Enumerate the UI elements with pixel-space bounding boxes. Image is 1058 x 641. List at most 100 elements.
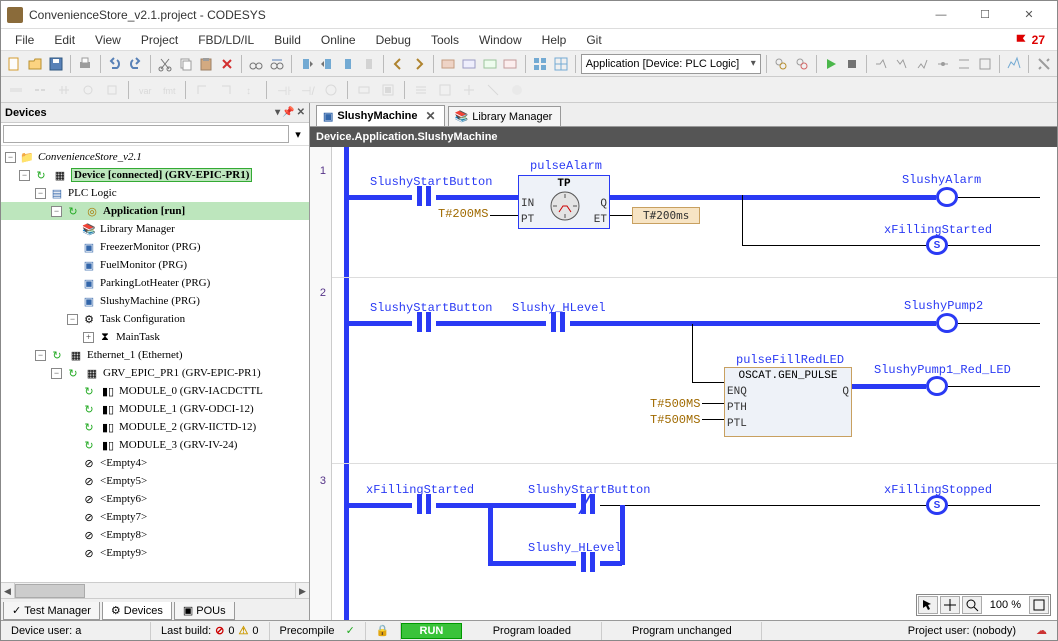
print-button[interactable]	[76, 53, 95, 75]
contact-nc[interactable]	[576, 494, 600, 514]
ld-tool-5[interactable]	[101, 79, 123, 101]
ld-tool-20[interactable]	[506, 79, 528, 101]
ld-tool-7[interactable]: fmt	[158, 79, 180, 101]
menu-git[interactable]: Git	[576, 31, 611, 49]
editor-tab-library[interactable]: 📚 Library Manager	[448, 106, 562, 126]
catalog-1-button[interactable]	[439, 53, 458, 75]
tree-prg-parking[interactable]: ▣ParkingLotHeater (PRG)	[1, 274, 309, 292]
fb-tp[interactable]: TP IN PT Q ET	[518, 175, 610, 229]
step-2-button[interactable]	[893, 53, 912, 75]
new-button[interactable]	[5, 53, 24, 75]
menu-file[interactable]: File	[5, 31, 44, 49]
ladder-editor[interactable]: 1 2 3 SlushyStartButton TP IN PT Q	[310, 147, 1057, 620]
devices-tree[interactable]: −📁ConvenienceStore_v2.1 −↻▦Device [conne…	[1, 146, 309, 582]
ld-tool-18[interactable]	[458, 79, 480, 101]
tree-module-3[interactable]: ↻▮▯MODULE_3 (GRV-IV-24)	[1, 436, 309, 454]
stop-button[interactable]	[842, 53, 861, 75]
contact-no[interactable]	[546, 312, 570, 332]
scroll-left-button[interactable]: ◀	[1, 583, 15, 599]
tab-pous[interactable]: ▣POUs	[174, 602, 235, 620]
ld-tool-9[interactable]	[215, 79, 237, 101]
panel-autohide-button[interactable]: ▾	[275, 107, 280, 118]
menu-tools[interactable]: Tools	[421, 31, 469, 49]
menu-window[interactable]: Window	[469, 31, 532, 49]
contact-no[interactable]	[412, 494, 436, 514]
find-replace-button[interactable]	[268, 53, 287, 75]
tree-ethernet[interactable]: −↻▦Ethernet_1 (Ethernet)	[1, 346, 309, 364]
minimize-button[interactable]: —	[919, 2, 963, 28]
open-button[interactable]	[26, 53, 45, 75]
save-button[interactable]	[46, 53, 65, 75]
pan-tool-button[interactable]	[940, 596, 960, 614]
ld-tool-13[interactable]	[320, 79, 342, 101]
menu-online[interactable]: Online	[311, 31, 366, 49]
ld-tool-8[interactable]	[191, 79, 213, 101]
ld-tool-16[interactable]	[410, 79, 432, 101]
menu-project[interactable]: Project	[131, 31, 188, 49]
menu-debug[interactable]: Debug	[366, 31, 421, 49]
scroll-right-button[interactable]: ▶	[295, 583, 309, 599]
contact-no[interactable]	[412, 186, 436, 206]
tree-module-1[interactable]: ↻▮▯MODULE_1 (GRV-ODCI-12)	[1, 400, 309, 418]
ld-tool-15[interactable]	[377, 79, 399, 101]
catalog-2-button[interactable]	[460, 53, 479, 75]
active-application-combo[interactable]: Application [Device: PLC Logic]	[581, 54, 761, 74]
messages-flag[interactable]: 27	[1015, 33, 1045, 47]
start-button[interactable]	[822, 53, 841, 75]
ld-tool-19[interactable]	[482, 79, 504, 101]
tree-prg-freezer[interactable]: ▣FreezerMonitor (PRG)	[1, 238, 309, 256]
zoom-tool-button[interactable]	[962, 596, 982, 614]
tree-module-0[interactable]: ↻▮▯MODULE_0 (GRV-IACDCTTL	[1, 382, 309, 400]
step-5-button[interactable]	[955, 53, 974, 75]
ld-tool-1[interactable]	[5, 79, 27, 101]
tab-test-manager[interactable]: ✓Test Manager	[3, 602, 100, 620]
tree-empty-4[interactable]: ⊘<Empty4>	[1, 454, 309, 472]
close-button[interactable]: ✕	[1007, 2, 1051, 28]
logout-button[interactable]	[792, 53, 811, 75]
bookmark-next-button[interactable]	[318, 53, 337, 75]
navigate-forward-button[interactable]	[409, 53, 428, 75]
step-4-button[interactable]	[934, 53, 953, 75]
delete-button[interactable]	[218, 53, 237, 75]
tree-empty-5[interactable]: ⊘<Empty5>	[1, 472, 309, 490]
bookmark-toggle-button[interactable]	[339, 53, 358, 75]
ld-tool-4[interactable]	[77, 79, 99, 101]
catalog-4-button[interactable]	[501, 53, 520, 75]
scroll-thumb[interactable]	[15, 584, 85, 598]
editor-tab-slushy[interactable]: ▣ SlushyMachine ✕	[316, 105, 445, 126]
tree-empty-8[interactable]: ⊘<Empty8>	[1, 526, 309, 544]
tree-empty-7[interactable]: ⊘<Empty7>	[1, 508, 309, 526]
close-tab-button[interactable]: ✕	[425, 109, 435, 123]
tree-empty-9[interactable]: ⊘<Empty9>	[1, 544, 309, 562]
navigate-back-button[interactable]	[389, 53, 408, 75]
contact-no[interactable]	[412, 312, 436, 332]
menu-help[interactable]: Help	[532, 31, 577, 49]
tree-project-root[interactable]: −📁ConvenienceStore_v2.1	[1, 148, 309, 166]
tree-task-config[interactable]: −⚙Task Configuration	[1, 310, 309, 328]
paste-button[interactable]	[197, 53, 216, 75]
devices-filter-input[interactable]	[3, 125, 289, 143]
view-1-button[interactable]	[531, 53, 550, 75]
tree-device[interactable]: −↻▦Device [connected] (GRV-EPIC-PR1)	[1, 166, 309, 184]
coil[interactable]	[926, 376, 948, 396]
cut-button[interactable]	[156, 53, 175, 75]
coil[interactable]	[936, 313, 958, 333]
coil-set[interactable]	[926, 495, 948, 515]
step-3-button[interactable]	[913, 53, 932, 75]
menu-fbd[interactable]: FBD/LD/IL	[188, 31, 264, 49]
view-2-button[interactable]	[551, 53, 570, 75]
ld-tool-3[interactable]	[53, 79, 75, 101]
coil-set[interactable]	[926, 235, 948, 255]
catalog-3-button[interactable]	[480, 53, 499, 75]
step-6-button[interactable]	[975, 53, 994, 75]
filter-dropdown-button[interactable]: ▾	[289, 125, 307, 143]
maximize-button[interactable]: ☐	[963, 2, 1007, 28]
status-cloud[interactable]: ☁	[1026, 622, 1057, 640]
menu-view[interactable]: View	[85, 31, 131, 49]
redo-button[interactable]	[126, 53, 145, 75]
tree-scrollbar[interactable]: ◀ ▶	[1, 582, 309, 598]
fb-oscat[interactable]: OSCAT.GEN_PULSE ENQ PTH PTL Q	[724, 367, 852, 437]
ld-tool-2[interactable]	[29, 79, 51, 101]
select-tool-button[interactable]	[918, 596, 938, 614]
zoom-fit-button[interactable]	[1029, 596, 1049, 614]
